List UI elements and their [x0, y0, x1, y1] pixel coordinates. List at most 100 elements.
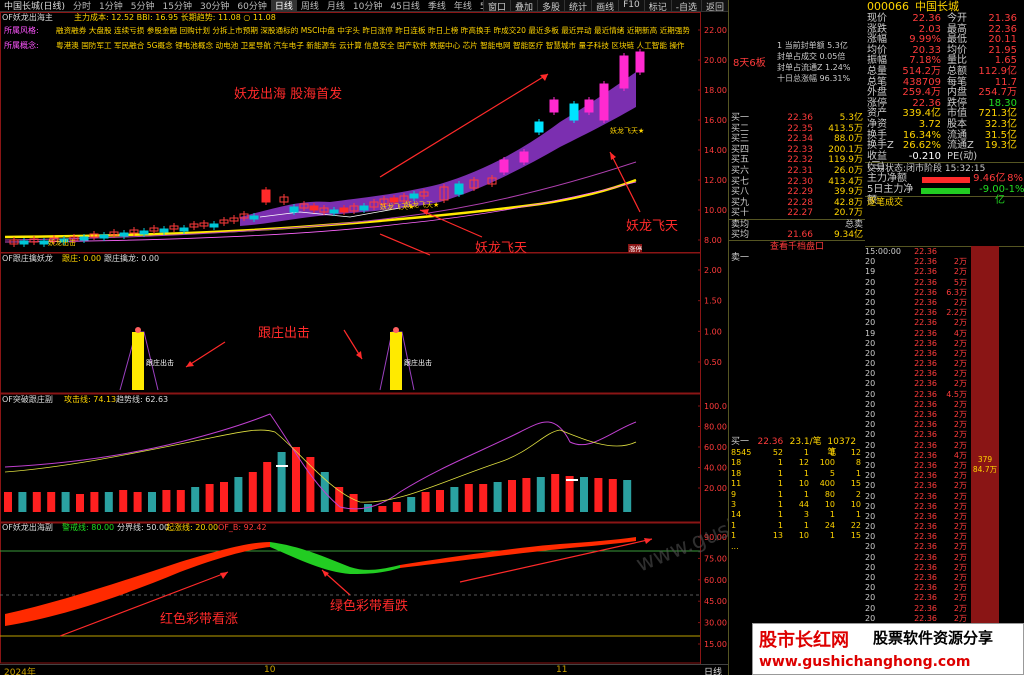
tape-row: 20 22.36 2万 — [865, 562, 967, 572]
vol-bar — [508, 480, 516, 512]
toolbar-tab[interactable]: 统计 — [564, 0, 591, 11]
candle — [99, 234, 109, 239]
candle — [249, 215, 259, 220]
tape-row: 20 22.36 2万 — [865, 460, 967, 470]
p3-param-b: 趋势线: 62.63 — [116, 394, 168, 404]
tape-row: 20 22.36 2万 — [865, 359, 967, 369]
annot-fly: 妖龙飞天 — [475, 241, 527, 256]
brand-slogan: 股票软件资源分享 — [873, 629, 994, 647]
chart-area[interactable]: OF妖龙出海主 主力成本: 12.52 BBI: 16.95 长期趋势: 11.… — [0, 12, 916, 664]
vol-bar — [47, 492, 56, 512]
tape-row: 20 22.36 2万 — [865, 481, 967, 491]
period-tab[interactable]: 60分钟 — [233, 0, 270, 11]
candle — [329, 209, 339, 214]
orderbook-row: 买十 22.27 20.7万 — [731, 208, 863, 219]
candle — [584, 99, 594, 113]
p4-param-c: 起涨线: 20.00 — [166, 522, 218, 532]
tape-row: 20 22.36 2万 — [865, 471, 967, 481]
p3-indicator: OF突破跟庄副 — [2, 394, 53, 404]
y-tick: 30.00 — [704, 619, 727, 628]
candle — [179, 227, 189, 232]
toolbar-tab[interactable]: 标记 — [643, 0, 671, 11]
vol-bar — [205, 484, 214, 512]
view-thousand-button[interactable]: 查看千档盘口 — [729, 240, 865, 252]
axis-m1: 10 — [264, 665, 276, 675]
p2-barlabel-1: 跟庄出击 — [146, 358, 174, 367]
vol-bar — [4, 492, 12, 512]
buy-queue-row: 18 1 1 5 1 — [731, 468, 861, 478]
y-tick: 18.00 — [704, 86, 727, 95]
buy-queue: 买一 22.36 23.1/笔 10372笔 8545 52 1 3 12 18 1 12 100 8 18… — [729, 437, 865, 552]
vol-bar — [479, 484, 488, 512]
brand-name: 股市长红网 — [759, 630, 849, 651]
y-tick: 15.00 — [704, 640, 727, 649]
period-tab[interactable]: 10分钟 — [349, 0, 386, 11]
quote-row: 换手Z 26.62% 流通Z 19.3亿 — [867, 140, 1017, 152]
vol-bar — [248, 472, 257, 512]
y-tick: 22.00 — [704, 26, 727, 35]
y-tick: 20.00 — [704, 484, 727, 493]
period-tab[interactable]: 周线 — [297, 0, 323, 11]
toolbar-tab[interactable]: 叠加 — [510, 0, 537, 11]
tape-row: 20 22.36 2万 — [865, 420, 967, 430]
period-tab[interactable]: 分时 — [69, 0, 95, 11]
label-first: 妖龙出击 — [48, 238, 76, 247]
candle — [389, 197, 399, 203]
toolbar-tab[interactable]: -自选 — [670, 0, 701, 11]
period-tab[interactable]: 30分钟 — [196, 0, 233, 11]
y-tick: 1.50 — [704, 297, 722, 306]
period-tab[interactable]: 年线 — [450, 0, 476, 11]
follow-dealer-panel: OF跟庄擒妖龙 跟庄: 0.00 跟庄擒龙: 0.00 跟庄出击 跟庄出击 跟庄… — [2, 253, 722, 391]
tape-row: 20 22.36 2万 — [865, 297, 967, 307]
period-tab[interactable]: 15分钟 — [159, 0, 196, 11]
tape-row: 20 22.36 2万 — [865, 257, 967, 267]
candle — [159, 228, 169, 233]
quote-row: 收益(三) -0.210 PE(动) — [867, 150, 978, 173]
stock-name: 中国长城 — [915, 0, 959, 13]
toolbar-tab[interactable]: 返回 — [700, 0, 728, 11]
buy-queue-row: 9 1 1 80 2 — [731, 489, 861, 499]
ob-sell-total: 总卖 — [844, 219, 863, 230]
candle — [454, 183, 464, 195]
trade-tape: 15:00:00 22.36 20 22.36 2万 19 22.36 2万 20 22.36 5万… — [865, 246, 1024, 675]
p4-param-a: 警戒线: 80.00 — [62, 522, 114, 532]
period-tab[interactable]: 季线 — [424, 0, 450, 11]
p4-indicator: OF妖龙出海副 — [2, 522, 53, 532]
tape-row: 20 22.36 2万 — [865, 532, 967, 542]
axis-label: 日线 — [704, 668, 723, 675]
vol-bar — [421, 492, 430, 512]
y-tick: 60.00 — [704, 443, 727, 452]
vol-bar — [522, 478, 531, 512]
candle — [359, 205, 369, 211]
period-tab[interactable]: 45日线 — [386, 0, 423, 11]
y-tick: 14.00 — [704, 146, 727, 155]
candle — [599, 83, 609, 121]
p2-annot: 跟庄出击 — [258, 325, 310, 341]
tape-row: 20 22.36 2万 — [865, 430, 967, 440]
period-tab[interactable]: 1分钟 — [95, 0, 127, 11]
annot-fly-2: 妖龙飞天 — [626, 219, 678, 234]
main-kline-panel: OF妖龙出海主 主力成本: 12.52 BBI: 16.95 长期趋势: 11.… — [2, 12, 727, 256]
buy-queue-row: 1 1 1 24 22 — [731, 520, 861, 530]
vol-bar — [104, 492, 113, 512]
vol-bar — [580, 477, 588, 512]
tape-row: 20 22.36 6.3万 — [865, 287, 967, 297]
toolbar-tab[interactable]: F10 — [618, 0, 644, 11]
p2-param-b: 跟庄擒龙: 0.00 — [104, 253, 159, 263]
toolbar-tab[interactable]: 窗口 — [483, 0, 510, 11]
dragon-sub-panel: OF妖龙出海副 警戒线: 80.00 分界线: 50.00 起涨线: 20.00… — [0, 522, 727, 649]
tape-row: 20 22.36 5万 — [865, 277, 967, 287]
period-tab[interactable]: 日线 — [270, 0, 297, 11]
toolbar-tab[interactable]: 画线 — [591, 0, 618, 11]
tape-row: 15:00:00 22.36 — [865, 247, 937, 256]
buy-queue-row: 14 1 3 1 1 — [731, 510, 861, 520]
tape-row: 19 22.36 2万 — [865, 267, 967, 277]
vol-bar — [220, 482, 228, 512]
candle — [19, 240, 29, 245]
y-tick: 0.50 — [704, 358, 722, 367]
candle — [619, 55, 629, 89]
toolbar-tab[interactable]: 多股 — [537, 0, 564, 11]
axis-m2: 11 — [556, 665, 568, 675]
period-tab[interactable]: 5分钟 — [127, 0, 159, 11]
period-tab[interactable]: 月线 — [323, 0, 349, 11]
